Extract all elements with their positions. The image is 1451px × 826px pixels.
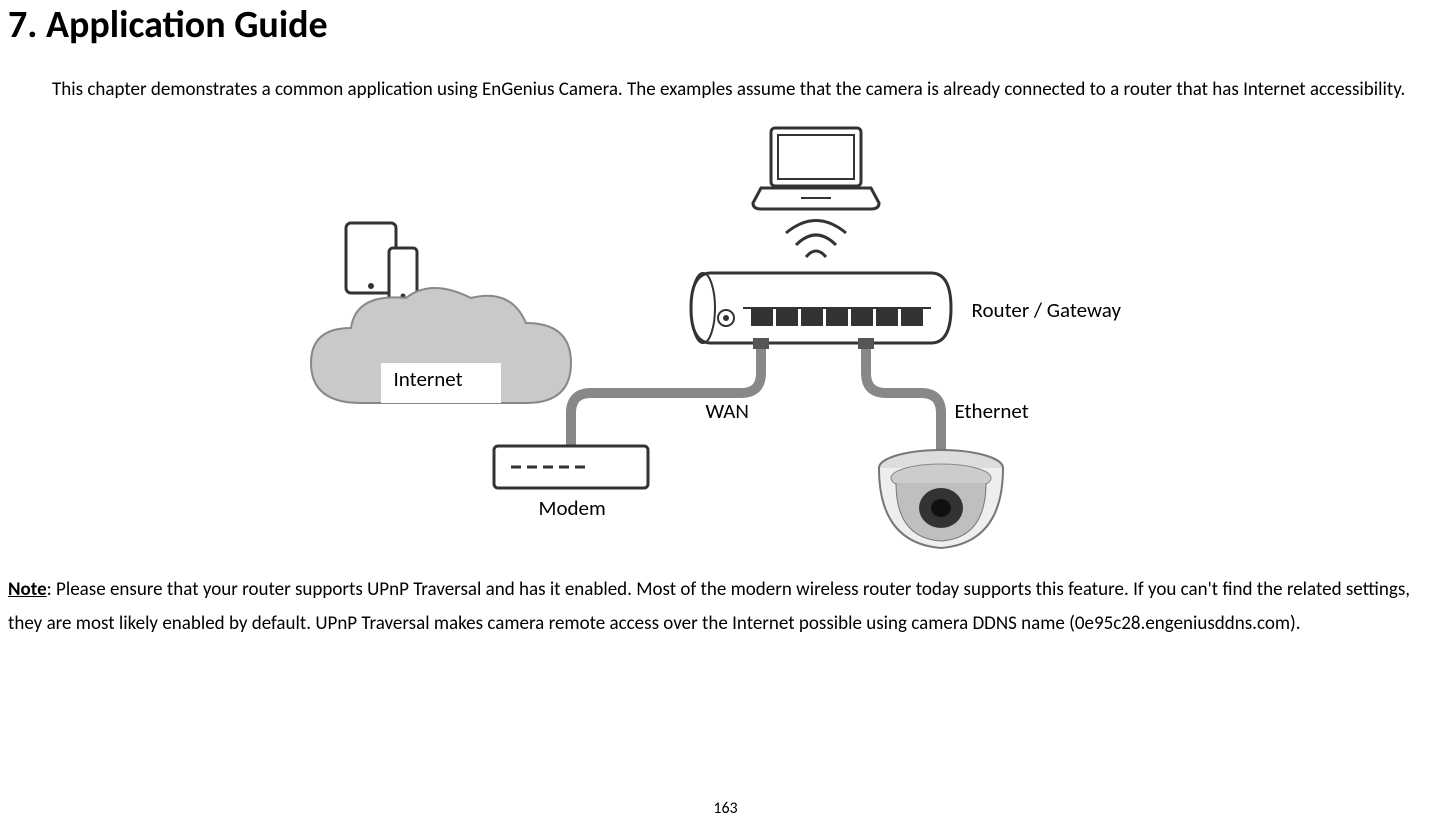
ethernet-label: Ethernet [955,398,1029,424]
modem-label: Modem [539,495,606,521]
note-label: Note [8,578,47,601]
note-paragraph: Note: Please ensure that your router sup… [8,573,1443,640]
wifi-icon [781,213,851,268]
internet-label: Internet [394,366,463,392]
camera-icon [871,443,1011,553]
cloud-icon [301,283,581,433]
network-diagram: Internet Modem WAN Ethernet Router / Gat… [301,123,1151,559]
intro-paragraph: This chapter demonstrates a common appli… [8,74,1443,105]
page-number: 163 [0,799,1451,818]
laptop-icon [751,123,881,213]
chapter-heading: 7. Application Guide [8,2,1443,48]
modem-icon [491,443,651,493]
router-label: Router / Gateway [972,297,1121,323]
note-text: : Please ensure that your router support… [8,578,1410,634]
wan-label: WAN [706,398,749,424]
